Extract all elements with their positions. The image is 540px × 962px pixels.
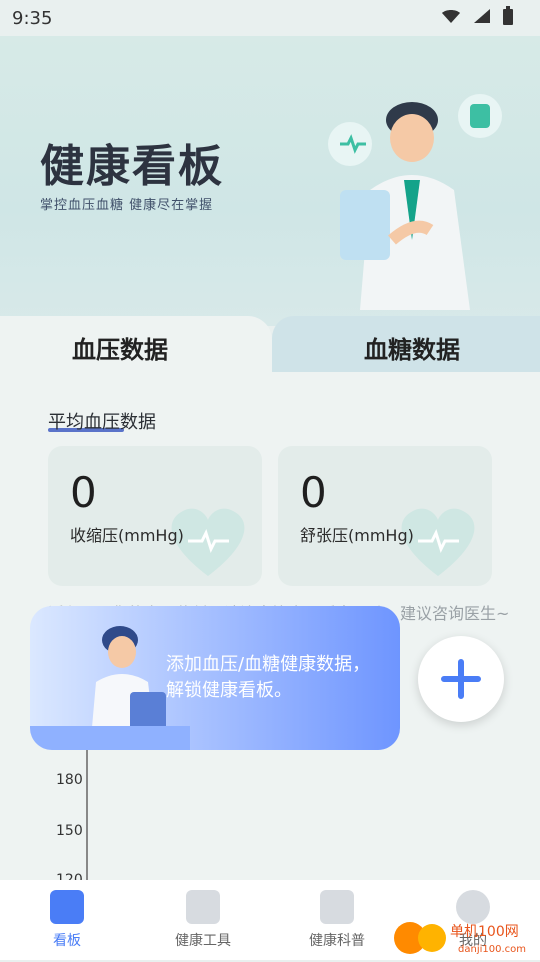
toolbox-icon (186, 890, 220, 924)
y-tick-label: 150 (56, 823, 83, 839)
systolic-card: 0 收缩压(mmHg) (48, 446, 262, 586)
y-tick-label: 180 (56, 772, 83, 788)
popup-message: 添加血压/血糖健康数据，解锁健康看板。 (166, 654, 371, 701)
section-title: 平均血压数据 (48, 412, 156, 433)
nav-item-label: 看板 (53, 933, 81, 949)
diastolic-card: 0 舒张压(mmHg) (278, 446, 492, 586)
watermark: 单机100网 danji100.com (392, 918, 540, 958)
nav-item-label: 健康工具 (175, 933, 231, 949)
add-data-button[interactable] (418, 636, 504, 722)
systolic-label: 收缩压(mmHg) (70, 526, 184, 545)
signal-icon (474, 9, 490, 23)
diastolic-label: 舒张压(mmHg) (300, 526, 414, 545)
tab-blood-pressure-label: 血压数据 (72, 336, 168, 364)
page-title: 健康看板 (40, 141, 224, 192)
status-icons (440, 6, 514, 26)
watermark-text: 单机100网 (450, 924, 519, 940)
dashboard-icon (50, 890, 84, 924)
plus-icon (441, 659, 481, 699)
chart-y-axis (86, 740, 88, 890)
nav-item-label: 健康科普 (309, 933, 365, 949)
tab-blood-pressure[interactable]: 血压数据 (0, 316, 272, 376)
watermark-url: danji100.com (458, 944, 526, 955)
status-time: 9:35 (12, 8, 53, 29)
watermark-logo-icon: 单机100网 danji100.com (394, 922, 526, 955)
nav-item-dashboard[interactable]: 看板 (22, 890, 112, 950)
doctor-illustration (328, 94, 502, 310)
nav-item-health-science[interactable]: 健康科普 (292, 890, 382, 950)
systolic-value: 0 (70, 468, 97, 517)
status-bar: 9:35 (0, 0, 540, 36)
nav-item-health-tools[interactable]: 健康工具 (158, 890, 248, 950)
wifi-icon (442, 10, 460, 23)
document-icon (320, 890, 354, 924)
tab-blood-sugar-label: 血糖数据 (364, 336, 460, 364)
page-subtitle: 掌控血压血糖 健康尽在掌握 (40, 198, 214, 213)
tab-blood-sugar[interactable]: 血糖数据 (272, 316, 540, 376)
diastolic-value: 0 (300, 468, 327, 517)
battery-icon (503, 6, 513, 25)
